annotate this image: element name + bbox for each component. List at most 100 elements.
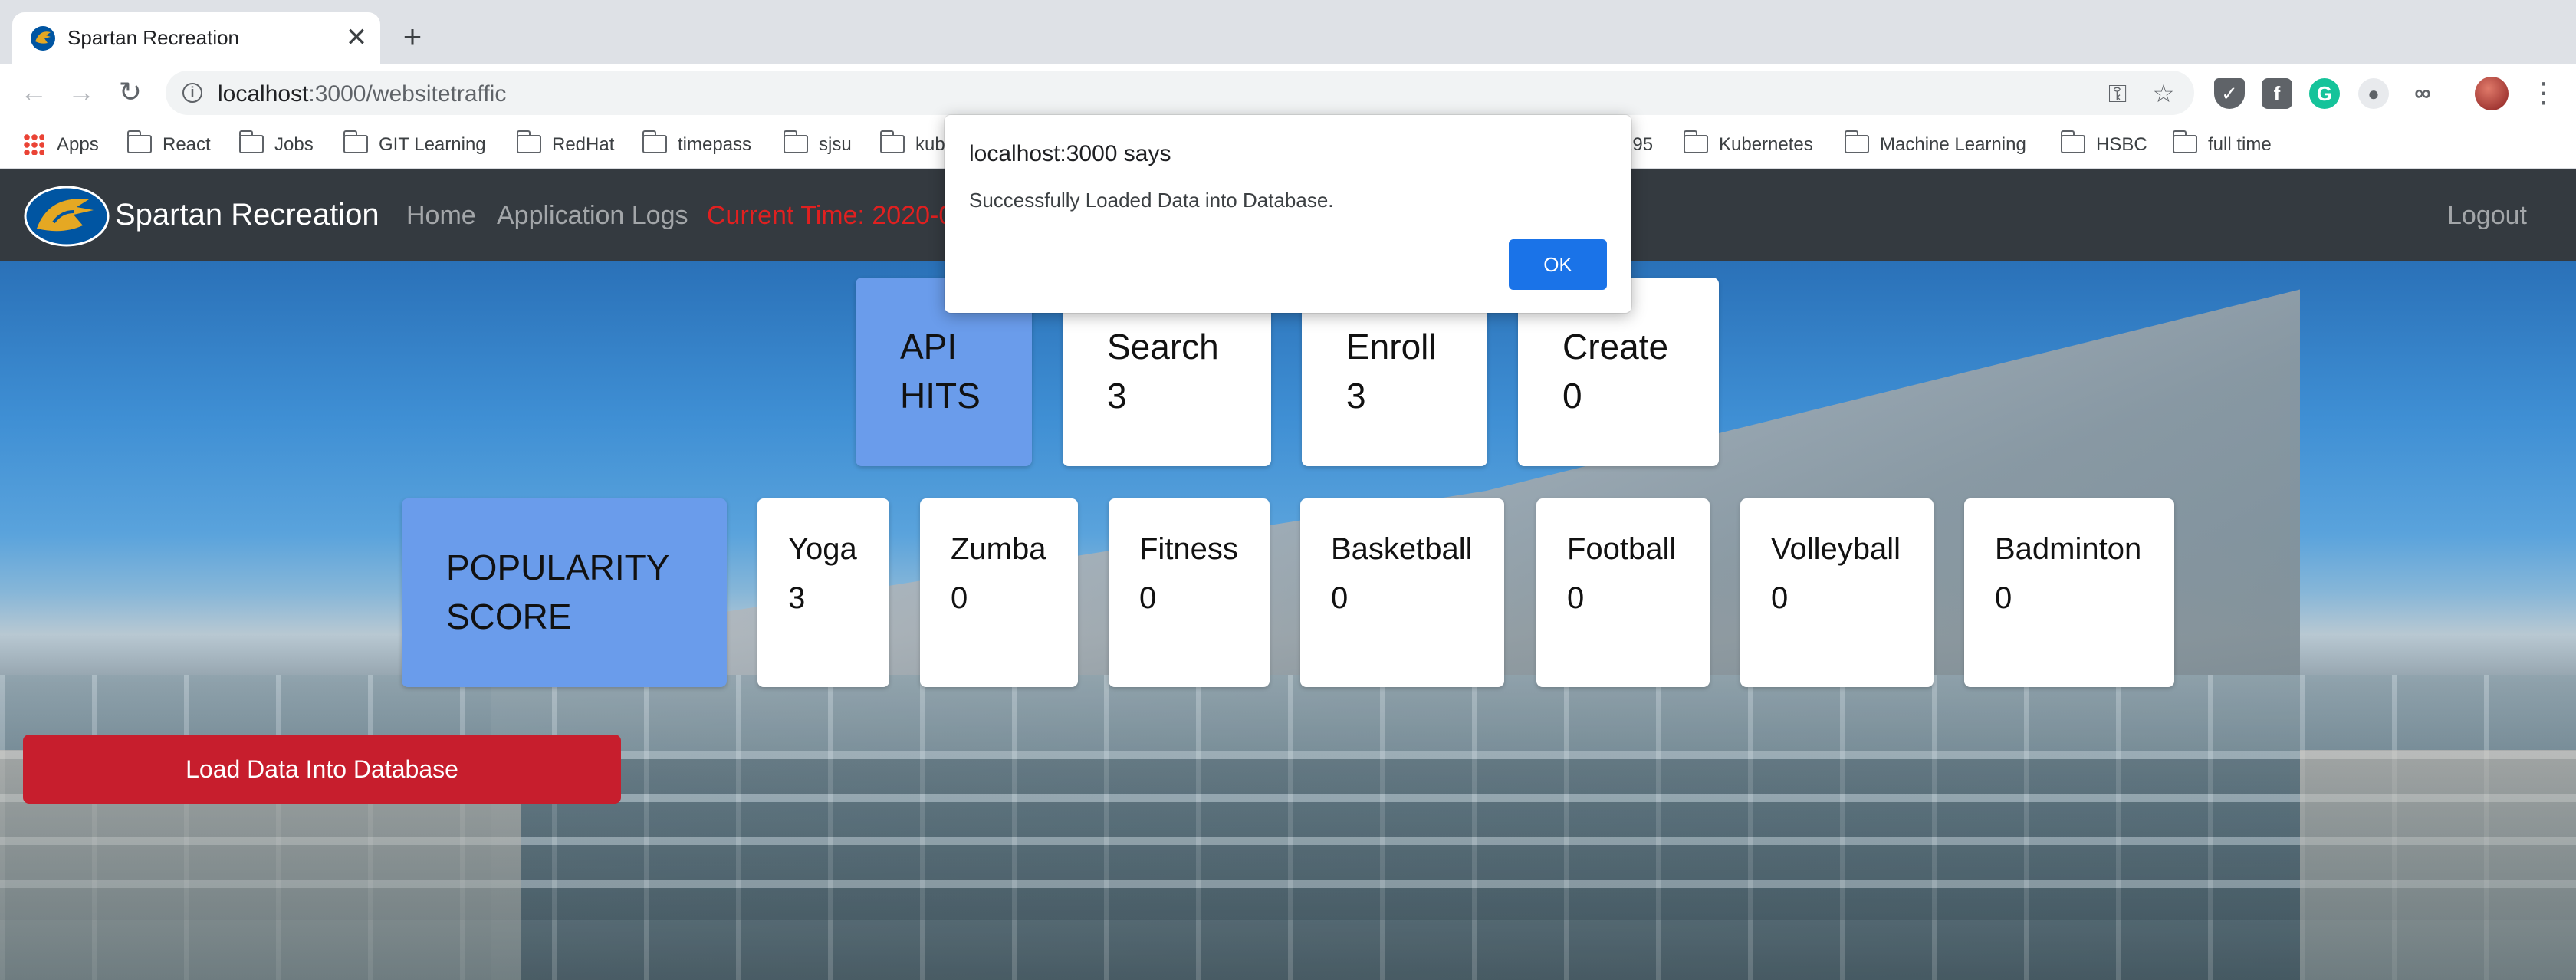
folder-icon [879,130,905,153]
right-buildings [2300,261,2576,980]
browser-menu-icon[interactable]: ⋮ [2530,75,2558,110]
folder-icon [2172,130,2197,153]
card-label: Football [1567,532,1677,566]
current-time: Current Time: 2020-0 [707,201,954,230]
api-hits-title-line1: API [900,327,958,367]
popularity-football-card: Football 0 [1536,498,1710,687]
back-arrow-icon[interactable]: ← [17,75,51,109]
card-label: Zumba [951,532,1046,566]
bike-extension-icon[interactable]: ∞ [2407,78,2438,109]
bookmark-folder[interactable]: Kubernetes [1683,130,1813,159]
address-bar[interactable]: i localhost:3000/websitetraffic ⚿ ☆ [166,71,2194,115]
bookmark-label: React [163,134,211,155]
popularity-volleyball-card: Volleyball 0 [1740,498,1934,687]
dialog-ok-button[interactable]: OK [1509,239,1607,290]
popularity-title-card: POPULARITY SCORE [402,498,727,687]
bookmark-label: kub [915,134,945,155]
folder-icon [1683,130,1708,153]
profile-avatar[interactable] [2475,77,2509,110]
api-hits-title-line2: HITS [900,376,981,416]
tab-title: Spartan Recreation [67,26,240,49]
bookmark-label: Kubernetes [1719,134,1813,155]
apps-grid-icon [23,133,44,155]
folder-icon [516,130,541,153]
folder-icon [238,130,264,153]
card-value: 0 [1562,376,1582,416]
bookmark-folder[interactable]: timepass [642,130,751,159]
new-tab-button[interactable]: + [396,20,429,54]
bookmark-folder[interactable]: sjsu [783,130,852,159]
card-label: Create [1562,327,1669,367]
browser-tab[interactable]: Spartan Recreation ✕ [12,12,380,64]
hero-background: API HITS Search 3 Enroll 3 Create 0 POPU… [0,261,2576,980]
browser-tab-strip: Spartan Recreation ✕ + [0,0,2576,64]
popularity-fitness-card: Fitness 0 [1109,498,1270,687]
tab-close-icon[interactable]: ✕ [342,23,371,52]
bookmark-label: Jobs [274,134,314,155]
card-value: 0 [1139,581,1157,615]
folder-icon [1844,130,1869,153]
url-host: localhost [218,81,309,107]
card-value: 0 [1995,581,2013,615]
bookmark-folder[interactable]: GIT Learning [343,130,486,159]
spartan-logo-icon[interactable] [23,184,110,248]
card-value: 0 [1567,581,1585,615]
nav-home-link[interactable]: Home [406,201,476,231]
site-info-icon[interactable]: i [182,83,202,103]
facebook-extension-icon[interactable]: f [2262,78,2292,109]
logout-link[interactable]: Logout [2447,201,2527,231]
browser-toolbar: ← → ↻ i localhost:3000/websitetraffic ⚿ … [0,64,2576,121]
spartan-favicon-icon [31,26,55,51]
folder-icon [343,130,368,153]
card-label: Yoga [788,532,857,566]
bookmark-label: timepass [678,134,752,155]
bookmark-apps[interactable]: Apps [23,130,99,159]
bookmark-label: sjsu [819,134,852,155]
folder-icon [783,130,808,153]
site-brand[interactable]: Spartan Recreation [115,198,380,232]
grammarly-extension-icon[interactable]: G [2309,78,2340,109]
popularity-title-line1: POPULARITY [446,548,670,587]
bookmark-folder[interactable]: kub [879,130,945,159]
popularity-yoga-card: Yoga 3 [757,498,889,687]
bookmark-label: RedHat [552,134,615,155]
forward-arrow-icon[interactable]: → [64,75,98,109]
bookmark-label: Machine Learning [1880,134,2026,155]
card-value: 3 [1107,376,1127,416]
card-value: 0 [951,581,968,615]
folder-icon [2060,130,2085,153]
bookmark-label: full time [2208,134,2272,155]
nav-application-logs-link[interactable]: Application Logs [497,201,688,231]
load-data-button[interactable]: Load Data Into Database [23,735,621,804]
bookmark-label: HSBC [2096,134,2147,155]
bookmark-folder[interactable]: full time [2172,130,2272,159]
url-path: :3000/websitetraffic [308,81,507,107]
bookmark-label: GIT Learning [379,134,486,155]
bookmark-folder[interactable]: React [127,130,211,159]
card-label: Fitness [1139,532,1238,566]
folder-icon [642,130,667,153]
card-value: 0 [1771,581,1789,615]
bookmark-label: Apps [57,134,99,155]
popularity-zumba-card: Zumba 0 [920,498,1078,687]
bookmark-folder[interactable]: RedHat [516,130,615,159]
alert-dialog: localhost:3000 says Successfully Loaded … [945,115,1631,313]
extension-icon[interactable]: ● [2358,78,2389,109]
card-label: Enroll [1346,327,1437,367]
shield-extension-icon[interactable]: ✓ [2214,78,2245,109]
card-value: 3 [1346,376,1366,416]
bookmark-folder[interactable]: HSBC [2060,130,2147,159]
url-text: localhost:3000/websitetraffic [218,81,506,107]
bookmark-star-icon[interactable]: ☆ [2148,78,2179,109]
key-icon[interactable]: ⚿ [2102,78,2133,109]
card-label: Volleyball [1771,532,1901,566]
bookmark-folder[interactable]: Machine Learning [1844,130,2026,159]
popularity-basketball-card: Basketball 0 [1300,498,1504,687]
popularity-badminton-card: Badminton 0 [1964,498,2174,687]
popularity-title-line2: SCORE [446,597,572,636]
card-label: Badminton [1995,532,2142,566]
bookmark-folder[interactable]: Jobs [238,130,314,159]
card-value: 0 [1331,581,1349,615]
dialog-message: Successfully Loaded Data into Database. [969,189,1334,212]
reload-icon[interactable]: ↻ [113,75,147,109]
